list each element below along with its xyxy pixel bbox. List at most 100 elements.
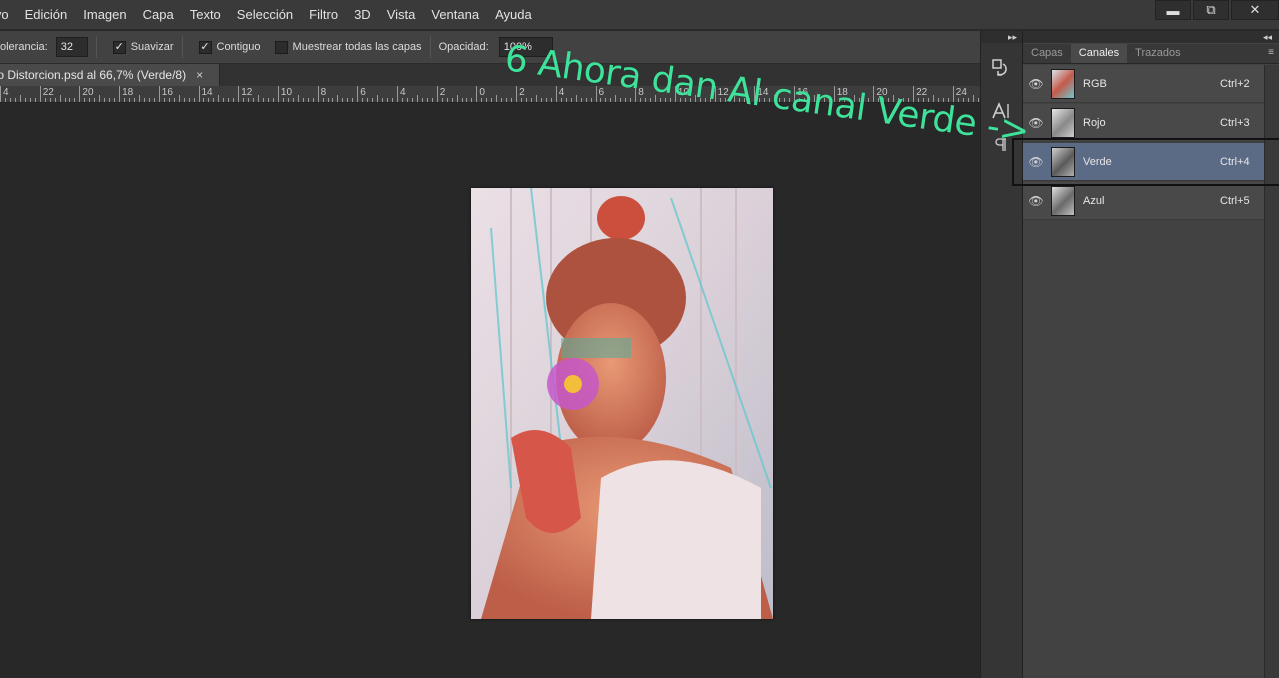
channel-name: Rojo — [1083, 116, 1106, 129]
document-tab[interactable]: to Distorcion.psd al 66,7% (Verde/8) × — [0, 64, 220, 86]
ruler-label: 10 — [280, 87, 293, 98]
ruler-minor-tick — [585, 98, 587, 102]
expand-strip-icon[interactable]: ▸▸ — [981, 31, 1023, 43]
menu-seleccion[interactable]: Selección — [229, 0, 301, 30]
menu-ayuda[interactable]: Ayuda — [487, 0, 540, 30]
ruler-minor-tick — [630, 98, 632, 102]
menu-3d[interactable]: 3D — [346, 0, 379, 30]
menu-capa[interactable]: Capa — [135, 0, 182, 30]
tab-trazados[interactable]: Trazados — [1127, 44, 1188, 63]
ruler-minor-tick — [29, 98, 31, 102]
ruler-minor-tick — [9, 98, 11, 102]
ruler-minor-tick — [575, 95, 577, 102]
ruler-minor-tick — [243, 98, 245, 102]
ruler-label: 8 — [320, 87, 327, 98]
ruler-minor-tick — [347, 98, 349, 102]
tolerance-input[interactable] — [55, 37, 88, 57]
ruler-minor-tick — [342, 98, 344, 102]
ruler-minor-tick — [282, 98, 284, 102]
ruler-minor-tick — [292, 98, 294, 102]
ruler-major-tick — [277, 86, 279, 102]
channel-row-rgb[interactable]: 👁 RGB Ctrl+2 — [1023, 65, 1265, 103]
panel-menu-icon[interactable]: ≡ — [1268, 47, 1274, 58]
menu-archivo[interactable]: ivo — [0, 0, 17, 30]
ruler-minor-tick — [203, 98, 205, 102]
ruler-minor-tick — [228, 98, 230, 102]
ruler-minor-tick — [74, 98, 76, 102]
eye-icon[interactable]: 👁 — [1023, 194, 1049, 208]
ruler-minor-tick — [590, 98, 592, 102]
ruler-label: 4 — [558, 87, 565, 98]
ruler-minor-tick — [233, 98, 235, 102]
options-bar: olerancia: ✓ Suavizar ✓ Contiguo Muestre… — [0, 31, 980, 64]
ruler-minor-tick — [129, 98, 131, 102]
canvas-area[interactable] — [0, 104, 980, 678]
ruler-minor-tick — [481, 98, 483, 102]
restore-button[interactable]: ⧉ — [1193, 0, 1229, 20]
channel-row-azul[interactable]: 👁 Azul Ctrl+5 — [1023, 182, 1265, 220]
ruler-minor-tick — [213, 98, 215, 102]
ruler-minor-tick — [223, 98, 225, 102]
ruler-minor-tick — [506, 98, 508, 102]
ruler-minor-tick — [615, 95, 617, 102]
channel-shortcut: Ctrl+2 — [1220, 77, 1250, 90]
ruler-minor-tick — [456, 95, 458, 102]
ruler-minor-tick — [461, 98, 463, 102]
panel-tabs: Capas Canales Trazados ≡ — [1023, 44, 1279, 64]
history-icon[interactable] — [987, 55, 1015, 83]
tab-canales[interactable]: Canales — [1070, 44, 1128, 63]
ruler-minor-tick — [49, 98, 51, 102]
ruler-label: 6 — [360, 87, 366, 98]
channel-row-rojo[interactable]: 👁 Rojo Ctrl+3 — [1023, 104, 1265, 142]
tab-capas[interactable]: Capas — [1023, 44, 1071, 63]
ruler-minor-tick — [431, 98, 433, 102]
ruler-label: 16 — [161, 87, 173, 98]
divider — [95, 36, 97, 58]
menu-ventana[interactable]: Ventana — [423, 0, 487, 30]
menu-edicion[interactable]: Edición — [17, 0, 76, 30]
annotation-highlight-box — [1012, 138, 1279, 186]
contiguous-checkbox[interactable]: ✓ Contiguo — [198, 40, 261, 54]
channel-thumbnail — [1051, 68, 1075, 99]
ruler-minor-tick — [163, 98, 165, 102]
menu-filtro[interactable]: Filtro — [301, 0, 346, 30]
ruler-minor-tick — [511, 98, 513, 102]
unchecked-box-icon — [274, 40, 288, 54]
smooth-checkbox[interactable]: ✓ Suavizar — [112, 40, 174, 54]
minimize-button[interactable]: ▬ — [1155, 0, 1191, 20]
ruler-major-tick — [238, 86, 240, 102]
ruler-minor-tick — [972, 95, 974, 102]
ruler-minor-tick — [625, 98, 627, 102]
divider — [429, 36, 431, 58]
ruler-minor-tick — [322, 98, 324, 102]
ruler-major-tick — [158, 86, 160, 102]
ruler-minor-tick — [580, 98, 582, 102]
ruler-minor-tick — [14, 98, 16, 102]
menu-vista[interactable]: Vista — [379, 0, 424, 30]
ruler-minor-tick — [143, 98, 145, 102]
channel-thumbnail — [1051, 185, 1075, 216]
ruler-major-tick — [555, 86, 557, 102]
ruler-minor-tick — [109, 98, 111, 102]
menu-texto[interactable]: Texto — [182, 0, 229, 30]
divider — [181, 36, 183, 58]
ruler-minor-tick — [24, 98, 26, 102]
ruler-label: 4 — [3, 87, 9, 98]
ruler-major-tick — [198, 86, 200, 102]
sample-all-layers-checkbox[interactable]: Muestrear todas las capas — [274, 40, 422, 54]
ruler-minor-tick — [168, 98, 170, 102]
ruler-label: 22 — [42, 87, 54, 98]
channels-panel: ◂◂ Capas Canales Trazados ≡ 👁 RGB Ctrl+2… — [1022, 31, 1279, 678]
collapse-panel-icon[interactable]: ◂◂ — [1023, 31, 1279, 43]
menu-imagen[interactable]: Imagen — [75, 0, 134, 30]
close-button[interactable]: ✕ — [1231, 0, 1279, 20]
ruler-minor-tick — [382, 98, 384, 102]
ruler-minor-tick — [471, 98, 473, 102]
close-tab-icon[interactable]: × — [196, 68, 203, 82]
ruler-minor-tick — [183, 98, 185, 102]
ruler-minor-tick — [54, 98, 56, 102]
ruler-minor-tick — [208, 98, 210, 102]
eye-icon[interactable]: 👁 — [1023, 77, 1049, 91]
ruler-label: 20 — [82, 87, 94, 98]
ruler-minor-tick — [188, 98, 190, 102]
